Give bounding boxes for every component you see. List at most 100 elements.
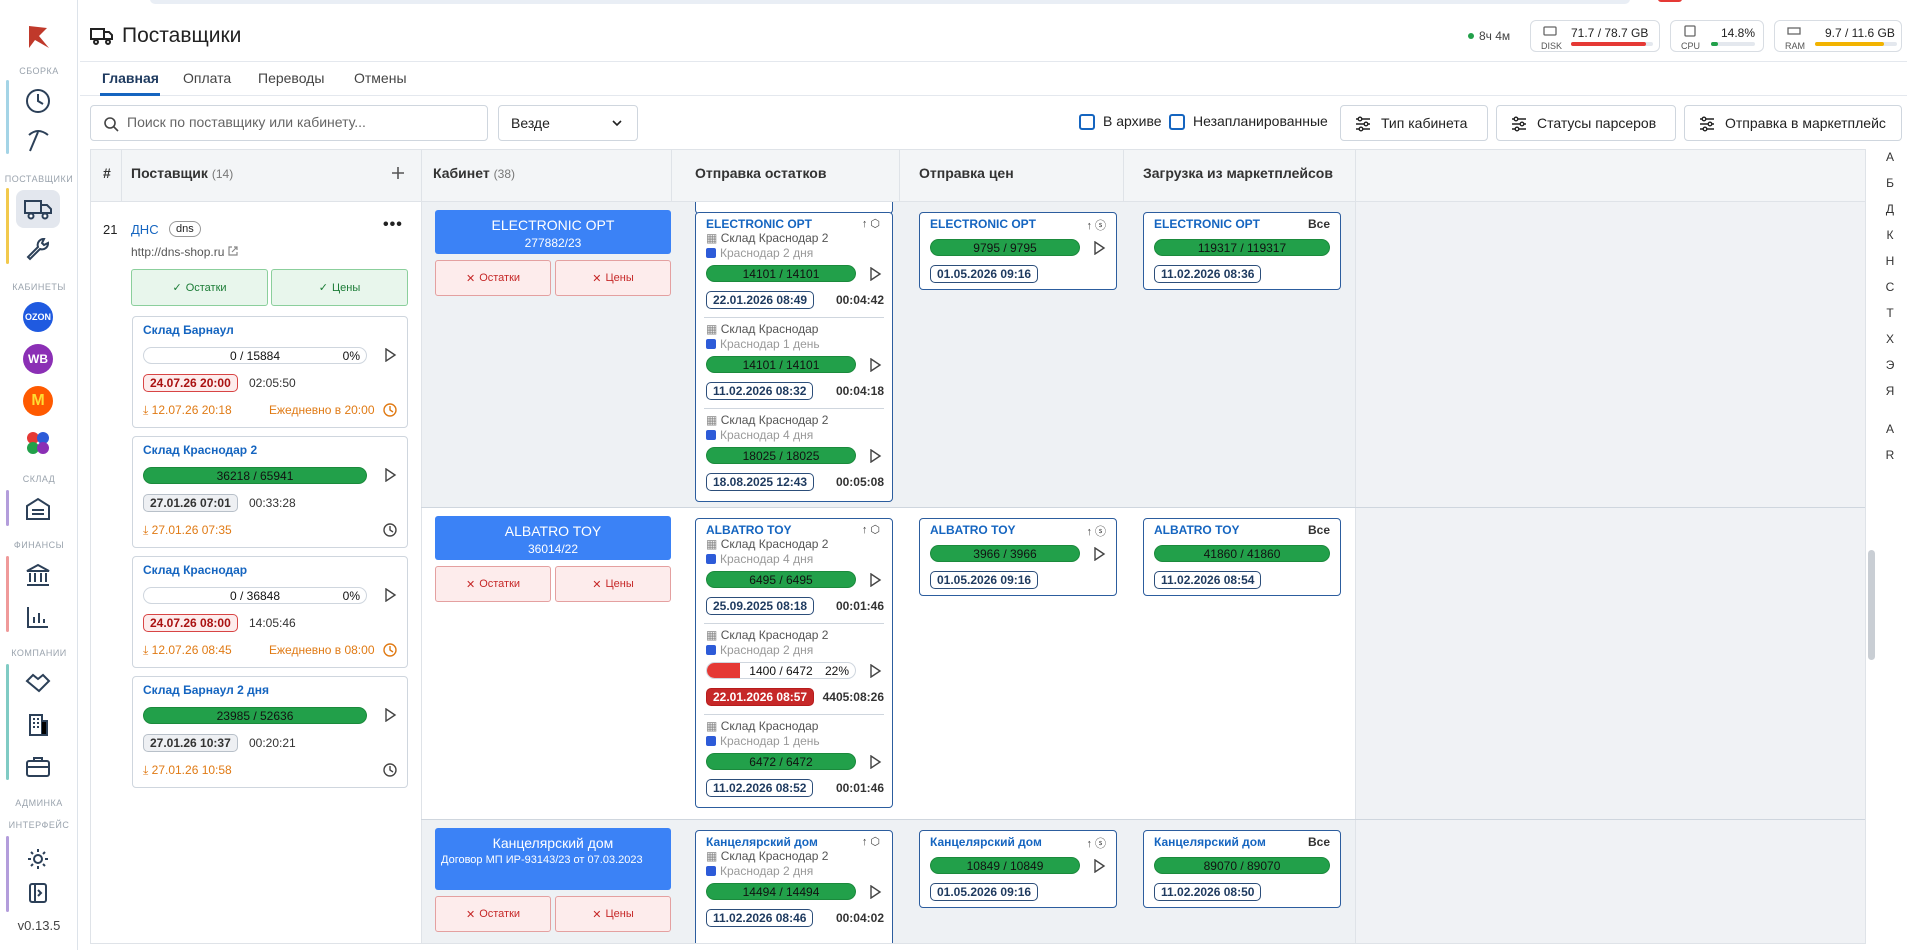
alphabet-letter[interactable]: Т [1880, 306, 1900, 320]
play-icon[interactable] [868, 357, 882, 373]
box-icon: ↑ ⬡ [861, 218, 880, 230]
alphabet-letter[interactable]: А [1880, 150, 1900, 164]
pickaxe-icon[interactable] [16, 122, 60, 160]
tab-transfers[interactable]: Переводы [258, 70, 324, 86]
marketplace-warehouse: Краснодар 4 дня [706, 428, 813, 442]
wildberries-icon[interactable]: WB [16, 340, 60, 378]
clock-icon[interactable] [16, 82, 60, 120]
prices-error-button[interactable]: ✕ Цены [555, 260, 671, 296]
cpu-fill [1711, 42, 1718, 46]
sliders-icon [1511, 116, 1527, 135]
stock-error-button[interactable]: ✕ Остатки [435, 566, 551, 602]
duration: 00:01:46 [835, 599, 884, 613]
all-label: Все [1307, 217, 1330, 231]
handshake-icon[interactable] [16, 664, 60, 702]
send-marketplace-button[interactable]: Отправка в маркетплейс [1684, 105, 1902, 141]
alphabet-letter[interactable]: A [1880, 422, 1900, 436]
play-icon[interactable] [868, 448, 882, 464]
collapse-sidebar-icon[interactable] [16, 874, 60, 912]
alphabet-letter[interactable]: Н [1880, 254, 1900, 268]
marketplace-warehouse: Краснодар 2 дня [706, 864, 813, 878]
section-assembly: СБОРКА [19, 66, 59, 76]
sun-icon[interactable] [16, 840, 60, 878]
duration: 00:04:02 [835, 911, 884, 925]
logo-icon[interactable] [16, 18, 60, 56]
alphabet-letter[interactable]: С [1880, 280, 1900, 294]
prices-card: ALBATRO TOY ↑ ⓢ 3966 / 3966 01.05.2026 09:1… [919, 518, 1117, 596]
ozon-icon[interactable]: OZON [16, 298, 60, 336]
x-icon: ✕ [465, 578, 476, 591]
cabinet-type-button[interactable]: Тип кабинета [1340, 105, 1488, 141]
parser-status-button[interactable]: Статусы парсеров [1496, 105, 1676, 141]
disk-icon [1543, 25, 1557, 40]
chevron-down-icon [611, 117, 623, 132]
alphabet-letter[interactable]: Д [1880, 202, 1900, 216]
scrollbar-thumb[interactable] [1868, 550, 1875, 660]
tab-main[interactable]: Главная [102, 70, 159, 86]
cabinet-card[interactable]: Канцелярский дом Договор МП ИР-93143/23 о… [435, 828, 671, 890]
warehouse-label: ▦ Склад Краснодар 2 [706, 849, 829, 863]
alphabet-letter[interactable]: R [1880, 448, 1900, 462]
date-chip: 22.01.2026 08:57 [706, 688, 815, 706]
section-finance: ФИНАНСЫ [13, 540, 65, 550]
prices-error-button[interactable]: ✕ Цены [555, 896, 671, 932]
wrench-icon[interactable] [16, 230, 60, 268]
warehouse-icon: ▦ [706, 322, 718, 336]
progress-bar: 1400 / 6472 22% [706, 662, 856, 679]
load-card: ALBATRO TOY Все 41860 / 41860 11.02.2026 08… [1143, 518, 1341, 596]
cabinet-card[interactable]: ALBATRO TOY 36014/22 [435, 516, 671, 560]
alphabet-letter[interactable]: Э [1880, 358, 1900, 372]
bar-chart-icon[interactable] [16, 598, 60, 636]
dollar-icon: ↑ ⓢ [1086, 220, 1106, 232]
box-icon: ↑ ⬡ [861, 836, 880, 848]
search-box [90, 105, 488, 141]
truck-icon[interactable] [16, 190, 60, 228]
warehouse-icon: ▦ [706, 231, 718, 245]
tab-payment[interactable]: Оплата [183, 70, 231, 86]
play-icon[interactable] [1092, 240, 1106, 256]
tab-indicator [100, 93, 160, 96]
cabinet-card[interactable]: ELECTRONIC OPT 277882/23 [435, 210, 671, 254]
briefcase-icon[interactable] [16, 748, 60, 786]
play-icon[interactable] [868, 754, 882, 770]
play-icon[interactable] [868, 884, 882, 900]
ozon-icon [706, 645, 716, 655]
progress-bar: 3966 / 3966 [930, 545, 1080, 562]
location-select[interactable]: Везде [498, 105, 638, 141]
building-icon[interactable] [16, 706, 60, 744]
tab-cancellations[interactable]: Отмены [354, 70, 407, 86]
stock-error-button[interactable]: ✕ Остатки [435, 260, 551, 296]
date-chip: 11.02.2026 08:32 [706, 382, 814, 400]
unplanned-checkbox[interactable] [1169, 114, 1185, 130]
play-icon[interactable] [1092, 546, 1106, 562]
sidebar: СБОРКА ПОСТАВЩИКИ КАБИНЕТЫ OZON WB М СКЛ… [0, 0, 78, 950]
search-input[interactable] [127, 114, 477, 130]
truck-icon [90, 26, 114, 49]
megamarket-icon[interactable] [16, 424, 60, 462]
alphabet-letter[interactable]: Х [1880, 332, 1900, 346]
play-icon[interactable] [868, 663, 882, 679]
play-icon[interactable] [1092, 858, 1106, 874]
disk-stat: DISK 71.7 / 78.7 GB [1530, 20, 1660, 52]
play-icon[interactable] [868, 572, 882, 588]
sliders-icon [1699, 116, 1715, 135]
alphabet-letter[interactable]: К [1880, 228, 1900, 242]
play-icon[interactable] [868, 266, 882, 282]
box-icon: ↑ ⬡ [861, 524, 880, 536]
alphabet-letter[interactable]: Я [1880, 384, 1900, 398]
warehouse-icon[interactable] [16, 490, 60, 528]
cabinet-name: ALBATRO TOY [706, 523, 792, 537]
date-chip: 01.05.2026 09:16 [930, 883, 1039, 901]
marketplace-warehouse: Краснодар 2 дня [706, 643, 813, 657]
stock-error-button[interactable]: ✕ Остатки [435, 896, 551, 932]
alphabet-letter[interactable]: Б [1880, 176, 1900, 190]
date-chip: 11.02.2026 08:36 [1154, 265, 1262, 283]
prices-error-button[interactable]: ✕ Цены [555, 566, 671, 602]
yandex-market-icon[interactable]: М [16, 382, 60, 420]
load-card: Канцелярский дом Все 89070 / 89070 11.02.20… [1143, 830, 1341, 908]
bank-icon[interactable] [16, 556, 60, 594]
warehouse-label: ▦ Склад Краснодар 2 [706, 537, 829, 551]
marketplace-warehouse: Краснодар 4 дня [706, 552, 813, 566]
ozon-icon [706, 339, 716, 349]
archive-checkbox[interactable] [1079, 114, 1095, 130]
